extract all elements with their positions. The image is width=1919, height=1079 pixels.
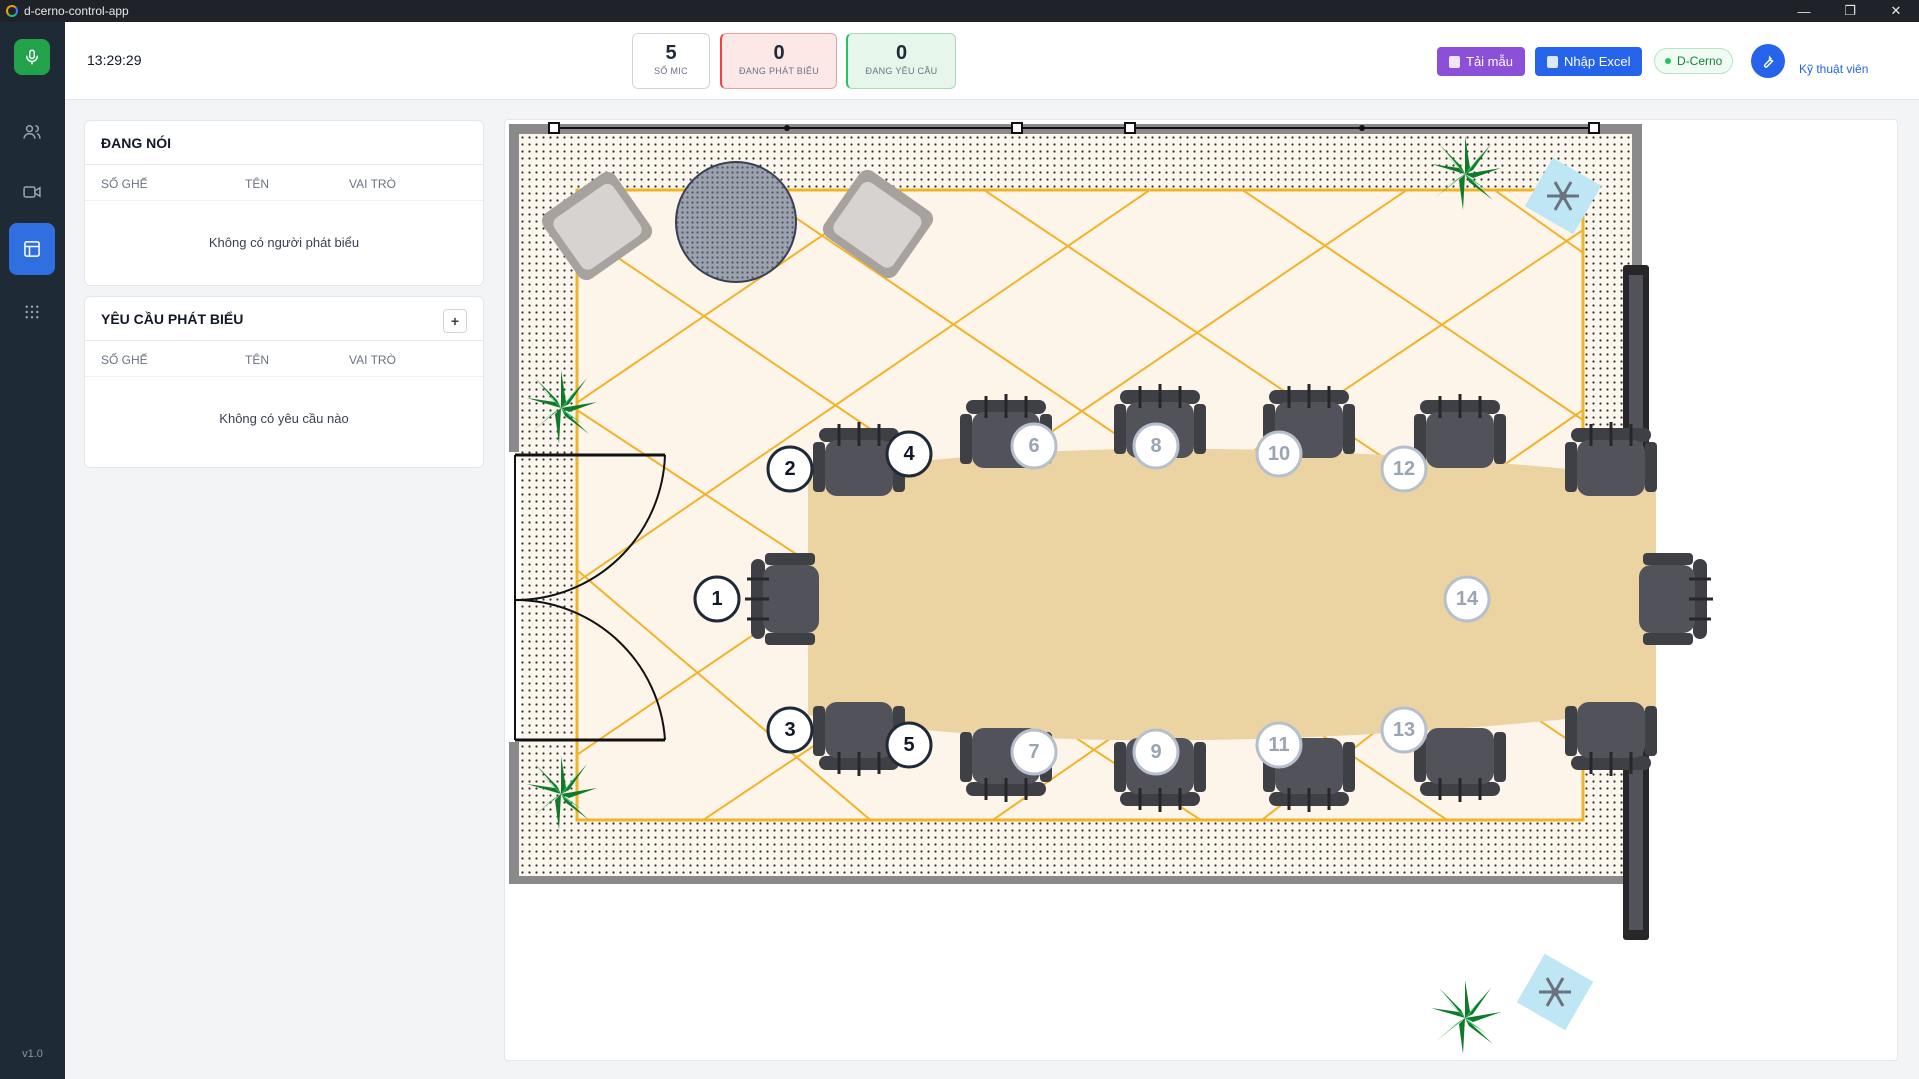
plant-bottom-right xyxy=(1431,980,1501,1054)
ac-unit-bottom-right-icon xyxy=(1515,952,1595,1032)
seat-number: 2 xyxy=(784,458,795,480)
column-role: VAI TRÒ xyxy=(349,177,396,191)
request-empty-message: Không có yêu cầu nào xyxy=(219,411,349,426)
request-panel-header: YÊU CẦU PHÁT BIỂU + xyxy=(85,297,483,341)
seat-7-button[interactable]: 7 xyxy=(1010,728,1058,776)
restore-icon[interactable]: ❐ xyxy=(1827,0,1873,22)
seat-9-button[interactable]: 9 xyxy=(1132,728,1180,776)
sidebar: v1.0 xyxy=(0,22,65,1079)
column-name: TÊN xyxy=(245,353,269,367)
seat-10-button[interactable]: 10 xyxy=(1255,430,1303,478)
download-template-button[interactable]: Tải mẫu xyxy=(1437,47,1525,76)
column-seat: SỐ GHẾ xyxy=(101,177,148,191)
seat-number: 10 xyxy=(1268,443,1290,465)
stat-speaking-count: 0 ĐANG PHÁT BIỂU xyxy=(720,33,837,89)
sidebar-item-layout[interactable] xyxy=(9,223,55,275)
status-dot-icon xyxy=(1665,58,1671,64)
top-header: 13:29:29 5 SỐ MIC 0 ĐANG PHÁT BIỂU 0 ĐAN… xyxy=(65,22,1919,100)
layout-icon xyxy=(24,241,40,257)
seat-number: 12 xyxy=(1393,458,1415,480)
download-icon xyxy=(1449,55,1460,68)
microphone-icon xyxy=(26,49,38,65)
minimize-icon[interactable]: — xyxy=(1781,0,1827,22)
column-name: TÊN xyxy=(245,177,269,191)
column-seat: SỐ GHẾ xyxy=(101,353,148,367)
stat-value: 5 xyxy=(665,42,677,64)
mic-logo-button[interactable] xyxy=(14,39,50,75)
seat-number: 13 xyxy=(1393,719,1415,741)
speaking-panel: ĐANG NÓI SỐ GHẾ TÊN VAI TRÒ Không có ngư… xyxy=(84,120,484,286)
seat-6-button[interactable]: 6 xyxy=(1010,422,1058,470)
speaking-empty-message: Không có người phát biểu xyxy=(208,235,360,250)
seat-number: 3 xyxy=(784,719,795,741)
column-role: VAI TRÒ xyxy=(349,353,396,367)
sidebar-item-apps[interactable] xyxy=(9,286,55,338)
users-icon xyxy=(23,124,41,139)
seat-number: 11 xyxy=(1268,734,1289,756)
seat-13-button[interactable]: 13 xyxy=(1380,706,1428,754)
add-request-button[interactable]: + xyxy=(443,309,467,333)
clock: 13:29:29 xyxy=(87,52,142,68)
window-titlebar: d-cerno-control-app — ❐ ✕ xyxy=(0,0,1919,22)
seat-number: 1 xyxy=(711,588,722,610)
speaking-panel-title: ĐANG NÓI xyxy=(85,121,483,165)
download-template-label: Tải mẫu xyxy=(1466,54,1513,69)
stat-label: ĐANG PHÁT BIỂU xyxy=(738,66,820,76)
import-excel-button[interactable]: Nhập Excel xyxy=(1535,47,1643,76)
app-version: v1.0 xyxy=(22,1048,43,1060)
floor-plan: 1234567891011121314 xyxy=(507,122,1715,1054)
seat-5-button[interactable]: 5 xyxy=(885,721,933,769)
conference-table xyxy=(808,448,1656,741)
floor-plan-panel: 1 2 3 4 5 6 7 8 9 10 11 12 13 14 xyxy=(504,119,1898,1061)
import-excel-label: Nhập Excel xyxy=(1564,54,1631,69)
wrench-icon xyxy=(1763,55,1774,68)
seat-8-button[interactable]: 8 xyxy=(1132,422,1180,470)
close-icon[interactable]: ✕ xyxy=(1873,0,1919,22)
stat-label: ĐANG YÊU CẦU xyxy=(865,66,938,76)
seat-2-button[interactable]: 2 xyxy=(766,445,814,493)
seat-1-button[interactable]: 1 xyxy=(693,575,741,623)
window-title: d-cerno-control-app xyxy=(24,4,129,18)
video-camera-icon xyxy=(23,186,41,198)
seat-number: 6 xyxy=(1028,435,1039,457)
seat-number: 7 xyxy=(1028,741,1039,763)
request-panel-title: YÊU CẦU PHÁT BIỂU xyxy=(101,310,244,327)
device-status-badge: D-Cerno xyxy=(1654,48,1734,74)
stat-mic-count: 5 SỐ MIC xyxy=(632,33,710,89)
device-status-label: D-Cerno xyxy=(1677,54,1723,68)
stat-label: SỐ MIC xyxy=(654,66,688,76)
seat-11-button[interactable]: 11 xyxy=(1255,721,1303,769)
round-ottoman xyxy=(675,161,797,283)
sidebar-item-camera[interactable] xyxy=(9,166,55,218)
sidebar-item-users[interactable] xyxy=(9,106,55,158)
request-panel: YÊU CẦU PHÁT BIỂU + SỐ GHẾ TÊN VAI TRÒ K… xyxy=(84,296,484,468)
seat-14-button[interactable]: 14 xyxy=(1443,575,1491,623)
seat-number: 5 xyxy=(903,734,914,756)
file-icon xyxy=(1547,55,1558,68)
app-icon xyxy=(6,5,18,17)
stat-value: 0 xyxy=(773,42,785,64)
seat-number: 14 xyxy=(1456,588,1479,610)
grid-dots-icon xyxy=(25,305,39,319)
stat-request-count: 0 ĐANG YÊU CẦU xyxy=(846,33,956,89)
seat-3-button[interactable]: 3 xyxy=(766,706,814,754)
user-role[interactable]: Kỹ thuật viên xyxy=(1799,62,1868,76)
seat-4-button[interactable]: 4 xyxy=(885,430,933,478)
stat-value: 0 xyxy=(895,42,908,64)
seat-number: 4 xyxy=(903,443,915,465)
seat-12-button[interactable]: 12 xyxy=(1380,445,1428,493)
speaking-table-header: SỐ GHẾ TÊN VAI TRÒ xyxy=(85,165,483,201)
user-avatar[interactable] xyxy=(1751,44,1785,78)
seat-number: 9 xyxy=(1150,741,1161,763)
request-table-header: SỐ GHẾ TÊN VAI TRÒ xyxy=(85,341,483,377)
seat-number: 8 xyxy=(1150,435,1161,457)
